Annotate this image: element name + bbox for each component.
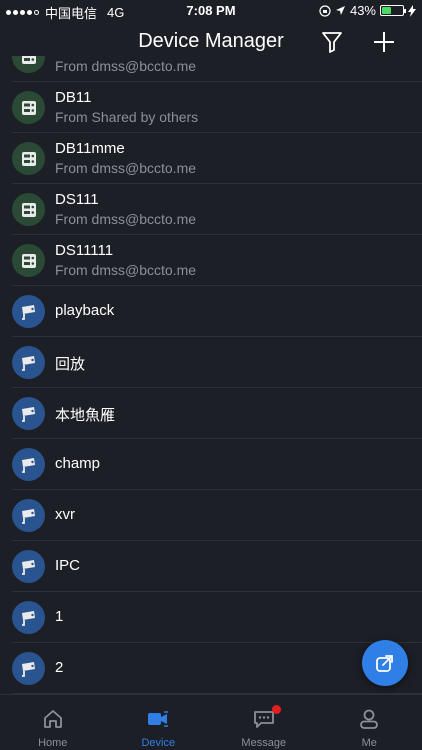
- device-avatar: [12, 193, 45, 226]
- tab-device-label: Device: [141, 737, 176, 749]
- device-avatar: [12, 295, 45, 328]
- device-row[interactable]: DS11111 From dmss@bccto.me: [12, 235, 422, 286]
- status-bar: 中国电信 4G 7:08 PM 43%: [0, 0, 422, 22]
- device-avatar: [12, 142, 45, 175]
- camera-icon: [21, 610, 35, 626]
- camera-icon: [21, 559, 35, 575]
- tab-device[interactable]: Device: [106, 695, 212, 750]
- device-name: DB11mme: [55, 140, 125, 157]
- device-name: 2: [55, 659, 64, 676]
- battery-icon: [380, 5, 406, 16]
- tab-home-label: Home: [38, 737, 68, 749]
- device-row[interactable]: IPC: [12, 541, 422, 592]
- device-name: champ: [55, 455, 101, 472]
- device-avatar: [12, 601, 45, 634]
- person-icon: [360, 709, 379, 729]
- device-camera-icon: [148, 711, 169, 727]
- device-avatar: [12, 550, 45, 583]
- device-avatar: [12, 91, 45, 124]
- device-name: IPC: [55, 557, 81, 574]
- camera-icon: [21, 661, 35, 677]
- device-avatar: [12, 499, 45, 532]
- device-avatar: [12, 346, 45, 379]
- device-row[interactable]: DB11mme From dmss@bccto.me: [12, 133, 422, 184]
- device-row[interactable]: champ: [12, 439, 422, 490]
- device-source: From dmss@bccto.me: [55, 211, 197, 227]
- location-arrow-icon: [335, 6, 345, 15]
- device-avatar: [12, 244, 45, 277]
- camera-icon: [21, 355, 35, 371]
- device-row[interactable]: xvr: [12, 490, 422, 541]
- filter-button[interactable]: [320, 30, 344, 54]
- device-source: From dmss@bccto.me: [55, 160, 197, 176]
- tab-home[interactable]: Home: [0, 695, 106, 750]
- device-name: DS111: [55, 191, 99, 208]
- device-row[interactable]: 回放: [12, 337, 422, 388]
- device-row[interactable]: 1: [12, 592, 422, 643]
- tab-message-label: Message: [241, 737, 287, 749]
- device-name: 本地魚雁: [55, 407, 116, 424]
- camera-icon: [21, 508, 35, 524]
- camera-icon: [21, 406, 35, 422]
- device-avatar: [12, 652, 45, 685]
- status-right: 43%: [319, 3, 416, 18]
- device-name: xvr: [55, 506, 75, 523]
- device-list[interactable]: From dmss@bccto.me DB11 From Shared by oth…: [0, 56, 422, 694]
- page-title: Device Manager: [138, 30, 284, 52]
- dvr-icon: [21, 253, 36, 268]
- dvr-icon: [21, 151, 36, 166]
- tab-me[interactable]: Me: [317, 695, 422, 750]
- battery-level: [382, 7, 391, 14]
- share-button[interactable]: [362, 640, 408, 686]
- message-badge: [272, 705, 282, 714]
- tab-bar: Home Device Message Me: [0, 694, 422, 750]
- rotation-lock-icon: [319, 4, 331, 17]
- device-name: DS11111: [55, 242, 114, 259]
- plus-icon: [374, 32, 394, 52]
- device-row[interactable]: DS111 From dmss@bccto.me: [12, 184, 422, 235]
- dvr-icon: [21, 202, 36, 217]
- dvr-icon: [21, 56, 36, 64]
- home-icon: [43, 710, 62, 728]
- device-name: DB11: [55, 89, 92, 106]
- tab-message[interactable]: Message: [211, 695, 317, 750]
- device-row[interactable]: 本地魚雁: [12, 388, 422, 439]
- device-row[interactable]: DB11 From Shared by others: [12, 82, 422, 133]
- dvr-icon: [21, 100, 36, 115]
- device-row[interactable]: From dmss@bccto.me: [12, 56, 422, 82]
- share-icon: [376, 655, 393, 672]
- filter-icon: [322, 32, 342, 53]
- device-row[interactable]: playback: [12, 286, 422, 337]
- tab-me-label: Me: [361, 737, 377, 749]
- device-name: playback: [55, 302, 115, 319]
- camera-icon: [21, 457, 35, 473]
- device-source: From dmss@bccto.me: [55, 262, 197, 278]
- device-source: From Shared by others: [55, 109, 199, 125]
- device-row[interactable]: 2: [12, 643, 422, 694]
- device-avatar: [12, 56, 45, 73]
- charging-bolt-icon: [408, 4, 416, 17]
- device-avatar: [12, 448, 45, 481]
- device-name: 1: [55, 608, 64, 625]
- device-source: From dmss@bccto.me: [55, 58, 197, 74]
- device-avatar: [12, 397, 45, 430]
- battery-percent: 43%: [349, 3, 376, 18]
- add-device-button[interactable]: [372, 30, 396, 54]
- camera-icon: [21, 304, 35, 320]
- device-name: 回放: [55, 356, 86, 373]
